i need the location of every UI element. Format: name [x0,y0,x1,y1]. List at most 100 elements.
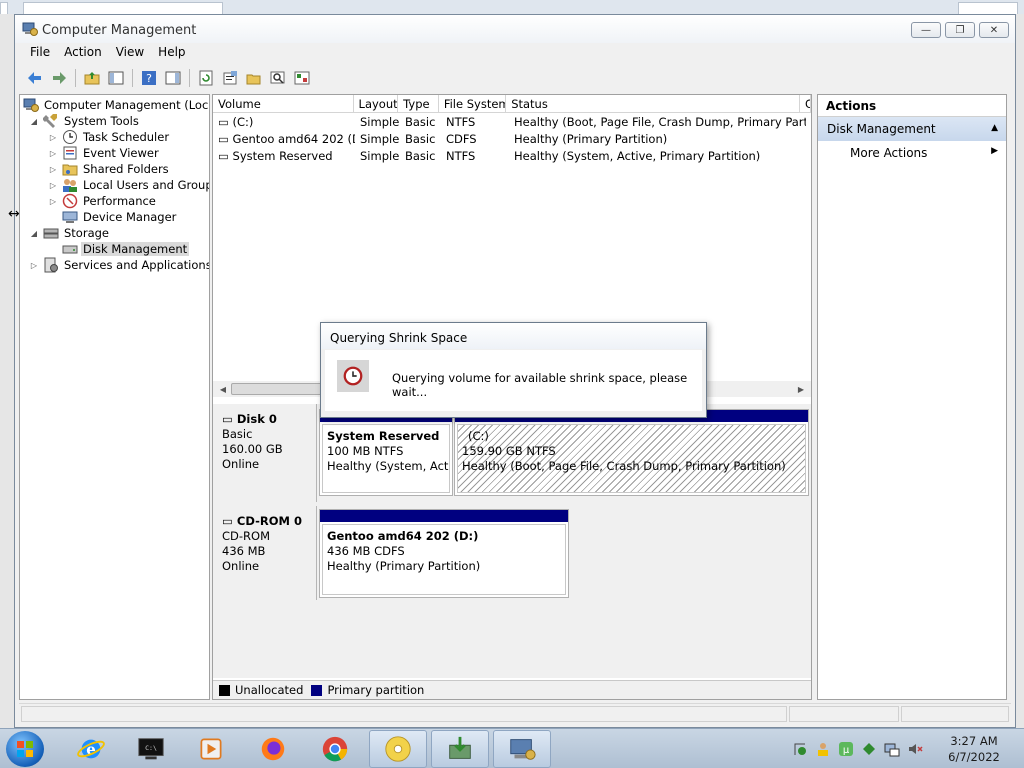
column-header-capacity[interactable]: C [800,95,811,113]
minimize-button[interactable]: — [911,22,941,38]
taskbar-firefox[interactable] [244,730,302,768]
tree-item-device-manager[interactable]: Device Manager [48,209,178,225]
legend-primary: Primary partition [311,683,424,697]
menu-view[interactable]: View [109,43,151,63]
collapse-arrow-icon[interactable]: ◢ [29,229,39,238]
taskbar-internet-explorer[interactable]: e [62,730,120,768]
cd-drive-icon: ▭ [222,514,233,528]
scroll-right-arrow-icon[interactable]: ▶ [793,381,809,397]
taskbar-media-player[interactable] [182,730,240,768]
volume-row[interactable]: ▭ System Reserved Simple Basic NTFS Heal… [213,148,811,165]
action-center-icon[interactable] [792,741,808,757]
speaker-muted-icon[interactable] [907,741,923,757]
type-cell: Basic [405,149,436,163]
tree-item-shared-folders[interactable]: ▷ Shared Folders [48,161,171,177]
dialog-body: Querying volume for available shrink spa… [325,350,702,411]
column-header-volume[interactable]: Volume [213,95,354,113]
start-button[interactable] [6,731,44,767]
tree-label: Disk Management [81,242,190,256]
column-header-file-system[interactable]: File System [439,95,507,113]
volume-row[interactable]: ▭ (C:) Simple Basic NTFS Healthy (Boot, … [213,114,811,131]
clock-date: 6/7/2022 [948,750,1000,764]
maximize-button[interactable]: ❐ [945,22,975,38]
expand-arrow-icon[interactable]: ▷ [48,133,58,142]
folder-up-icon [84,72,99,85]
open-button[interactable] [242,67,265,89]
actions-section-disk-management[interactable]: Disk Management ▲ [818,117,1006,141]
column-header-layout[interactable]: Layout [354,95,399,113]
expand-arrow-icon[interactable]: ▷ [29,261,39,270]
show-hide-console-tree-button[interactable] [104,67,127,89]
close-button[interactable]: ✕ [979,22,1009,38]
tree-item-task-scheduler[interactable]: ▷ Task Scheduler [48,129,171,145]
search-button[interactable] [266,67,289,89]
tree-item-system-tools[interactable]: ◢ System Tools [29,113,141,129]
computer-management-icon [23,97,39,113]
volume-name: System Reserved [232,149,333,163]
back-button[interactable] [23,67,46,89]
expand-arrow-icon[interactable]: ▷ [48,165,58,174]
tree-item-event-viewer[interactable]: ▷ Event Viewer [48,145,161,161]
disk-0-label[interactable]: ▭ Disk 0 Basic 160.00 GB Online [213,404,317,502]
taskbar-clock[interactable]: 3:27 AM 6/7/2022 [944,733,1004,765]
file-system-cell: CDFS [446,132,477,146]
expand-arrow-icon[interactable]: ▷ [48,181,58,190]
cd-rom-0-label[interactable]: ▭ CD-ROM 0 CD-ROM 436 MB Online [213,506,317,600]
utorrent-icon[interactable]: µ [838,741,854,757]
firefox-icon [261,737,285,761]
background-window-edge [23,2,223,14]
expand-arrow-icon[interactable]: ▷ [48,149,58,158]
help-icon: ? [141,71,156,85]
disk-size: 160.00 GB [222,442,283,456]
user-icon[interactable] [815,741,831,757]
partition-system-reserved[interactable]: System Reserved 100 MB NTFS Healthy (Sys… [319,409,453,496]
menu-help[interactable]: Help [151,43,192,63]
tree-item-storage[interactable]: ◢ Storage [29,225,111,241]
tree-item-disk-management[interactable]: Disk Management [48,241,190,257]
taskbar-installer[interactable] [431,730,489,768]
tree-root[interactable]: Computer Management (Local) [23,97,210,113]
disk-icon [62,241,78,257]
network-icon[interactable] [861,741,877,757]
help-button[interactable]: ? [137,67,160,89]
taskbar-chrome[interactable] [306,730,364,768]
title-bar[interactable]: Computer Management — ❐ ✕ [15,15,1015,43]
tree-item-performance[interactable]: ▷ Performance [48,193,158,209]
taskbar-command-prompt[interactable]: C:\ [122,730,180,768]
properties-button[interactable] [218,67,241,89]
tree-item-local-users-and-groups[interactable]: ▷ Local Users and Groups [48,177,209,193]
capacity-cell: 1 [806,148,811,165]
up-one-level-button[interactable] [80,67,103,89]
legend-swatch [311,684,323,696]
capacity-cell: 4 [806,131,811,148]
dialog-title[interactable]: Querying Shrink Space [321,323,706,349]
scrollbar-thumb[interactable] [231,383,331,395]
partition-body: Gentoo amd64 202 (D:) 436 MB CDFS Health… [322,524,566,595]
more-actions-item[interactable]: More Actions ▶ [818,141,1006,165]
volume-row[interactable]: ▭ Gentoo amd64 202 (D:) Simple Basic CDF… [213,131,811,148]
column-header-type[interactable]: Type [398,95,439,113]
forward-button[interactable] [47,67,70,89]
system-tray: µ [792,741,923,757]
menu-action[interactable]: Action [57,43,109,63]
tree-item-services-and-applications[interactable]: ▷ Services and Applications [29,257,209,273]
taskbar-cd-drive[interactable] [369,730,427,768]
monitor-network-icon[interactable] [884,741,900,757]
tree-label: Storage [64,226,109,240]
partition-c[interactable]: (C:) 159.90 GB NTFS Healthy (Boot, Page … [454,409,809,496]
restore-icon: ❐ [955,24,965,36]
taskbar-computer-management[interactable] [493,730,551,768]
refresh-button[interactable] [194,67,217,89]
disk-type: CD-ROM [222,529,270,543]
scroll-left-arrow-icon[interactable]: ◀ [215,381,231,397]
menu-file[interactable]: File [23,43,57,63]
column-header-status[interactable]: Status [506,95,800,113]
partition-d[interactable]: Gentoo amd64 202 (D:) 436 MB CDFS Health… [319,509,569,598]
expand-arrow-icon[interactable]: ▷ [48,197,58,206]
disk-tools-button[interactable] [290,67,313,89]
show-hide-action-pane-button[interactable] [161,67,184,89]
collapse-up-icon[interactable]: ▲ [991,123,998,133]
cd-icon [385,736,411,762]
tree-label: Computer Management (Local) [44,98,210,112]
collapse-arrow-icon[interactable]: ◢ [29,117,39,126]
